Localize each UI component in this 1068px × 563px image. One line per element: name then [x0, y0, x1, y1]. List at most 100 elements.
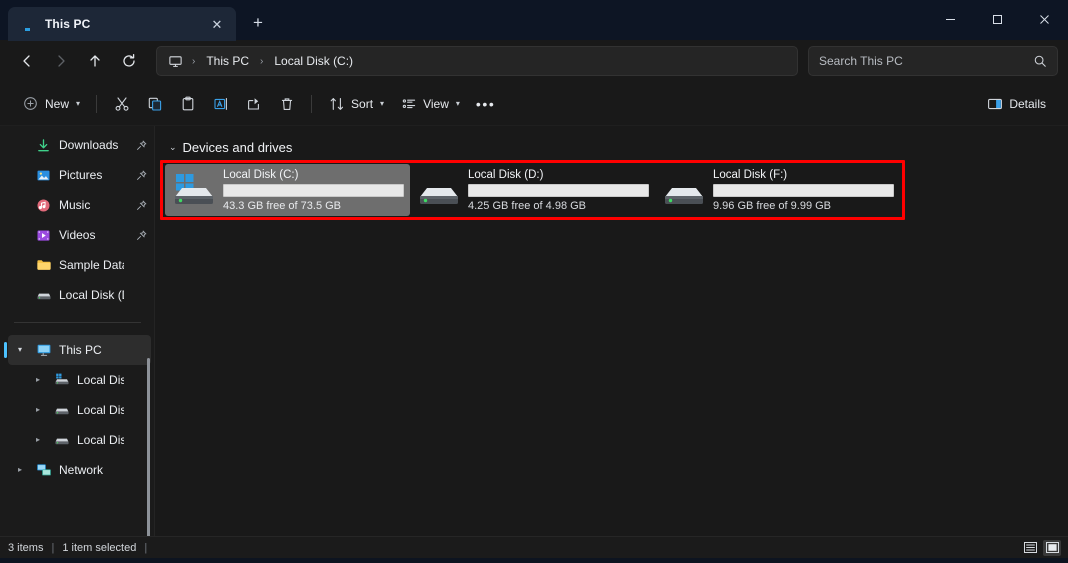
chevron-down-icon: ▾ — [455, 99, 460, 108]
pictures-icon — [35, 167, 52, 184]
sidebar-item-this-pc[interactable]: ▾ This PC — [4, 335, 151, 365]
sidebar-item-local-disk-c[interactable]: ▸ Local Disk (C:) — [8, 365, 151, 395]
sidebar-item-local-disk-f[interactable]: ▸ Local Disk (F:) — [8, 425, 151, 455]
breadcrumb-item-local-disk-c[interactable]: Local Disk (C:) — [270, 52, 357, 70]
item-count: 3 items — [8, 541, 44, 554]
drive-icon — [661, 170, 707, 210]
search-input[interactable]: Search This PC — [808, 46, 1058, 76]
breadcrumb-separator: › — [192, 55, 196, 67]
cut-button[interactable] — [105, 89, 138, 119]
sidebar-label: Pictures — [59, 168, 103, 182]
paste-icon — [179, 95, 196, 112]
details-pane-icon — [986, 95, 1003, 112]
pin-icon[interactable] — [131, 199, 151, 211]
breadcrumb[interactable]: › This PC › Local Disk (C:) — [156, 46, 798, 76]
details-view-icon[interactable] — [1021, 540, 1039, 556]
drive-free-space: 9.96 GB free of 9.99 GB — [713, 199, 832, 212]
sidebar-item-videos[interactable]: Videos — [8, 220, 151, 250]
forward-arrow-icon[interactable] — [44, 46, 78, 76]
delete-button[interactable] — [270, 89, 303, 119]
view-button[interactable]: View ▾ — [392, 89, 468, 119]
search-icon[interactable] — [1033, 54, 1047, 68]
this-pc-icon[interactable] — [165, 51, 185, 71]
sidebar-item-music[interactable]: Music — [8, 190, 151, 220]
plus-circle-icon — [22, 95, 39, 112]
minimize-button[interactable] — [927, 0, 974, 38]
videos-icon — [35, 227, 52, 244]
view-toggles — [1021, 539, 1061, 556]
close-icon[interactable]: ✕ — [206, 13, 228, 35]
sidebar-label: This PC — [59, 343, 102, 357]
sidebar-item-pictures[interactable]: Pictures — [8, 160, 151, 190]
sidebar-item-network[interactable]: ▸ Network — [8, 455, 151, 485]
this-pc-icon — [35, 342, 52, 359]
status-divider: | — [51, 541, 55, 554]
chevron-down-icon: ▾ — [380, 99, 385, 108]
sidebar-label: Videos — [59, 228, 96, 242]
sidebar-label: Local Disk (C:) — [77, 373, 124, 387]
drive-tile-local-disk-f[interactable]: Local Disk (F:) 9.96 GB free of 9.99 GB — [655, 164, 900, 216]
tab-this-pc[interactable]: This PC ✕ — [8, 7, 236, 41]
sidebar-item-downloads[interactable]: Downloads — [8, 130, 151, 160]
group-title: Devices and drives — [182, 139, 293, 155]
large-icons-view-icon[interactable] — [1043, 539, 1061, 556]
drive-icon — [416, 170, 462, 210]
drive-tile-local-disk-c[interactable]: Local Disk (C:) 43.3 GB free of 73.5 GB — [165, 164, 410, 216]
windows-drive-icon — [53, 372, 70, 389]
view-label: View — [423, 96, 449, 111]
pin-icon[interactable] — [131, 139, 151, 151]
sidebar-item-local-disk-d-quick[interactable]: Local Disk (D:) — [8, 280, 151, 310]
breadcrumb-item-this-pc[interactable]: This PC — [202, 52, 253, 70]
new-tab-button[interactable]: + — [242, 6, 274, 38]
more-options-button[interactable]: ••• — [468, 89, 504, 119]
chevron-right-icon[interactable]: ▸ — [30, 436, 46, 444]
downloads-icon — [35, 137, 52, 154]
drive-icon — [35, 287, 52, 304]
capacity-bar — [713, 183, 894, 197]
paste-button[interactable] — [171, 89, 204, 119]
details-pane-button[interactable]: Details — [978, 89, 1054, 119]
title-bar: This PC ✕ + — [0, 0, 1068, 41]
sidebar-scrollbar-thumb[interactable] — [147, 358, 150, 536]
sidebar-scrollbar[interactable] — [147, 358, 150, 536]
copy-icon — [146, 95, 163, 112]
chevron-right-icon[interactable]: ▸ — [30, 406, 46, 414]
drive-tiles: Local Disk (C:) 43.3 GB free of 73.5 GB — [165, 164, 1054, 216]
selection-status: 1 item selected — [62, 541, 137, 554]
new-button[interactable]: New ▾ — [14, 89, 88, 119]
drive-tile-local-disk-d[interactable]: Local Disk (D:) 4.25 GB free of 4.98 GB — [410, 164, 655, 216]
music-icon — [35, 197, 52, 214]
scissors-icon — [113, 95, 130, 112]
sidebar-label: Local Disk (F:) — [77, 433, 124, 447]
drive-info: Local Disk (C:) 43.3 GB free of 73.5 GB — [223, 169, 404, 212]
folder-icon — [35, 257, 52, 274]
chevron-down-icon[interactable]: ⌄ — [169, 142, 177, 152]
refresh-icon[interactable] — [112, 46, 146, 76]
chevron-down-icon[interactable]: ▾ — [12, 346, 28, 354]
sidebar-divider — [14, 322, 141, 323]
chevron-down-icon: ▾ — [76, 99, 81, 108]
sidebar-item-local-disk-d[interactable]: ▸ Local Disk (D:) — [8, 395, 151, 425]
copy-button[interactable] — [138, 89, 171, 119]
rename-button[interactable] — [204, 89, 237, 119]
sort-button[interactable]: Sort ▾ — [320, 89, 392, 119]
share-icon — [245, 95, 262, 112]
share-button[interactable] — [237, 89, 270, 119]
close-button[interactable] — [1021, 0, 1068, 38]
drive-name: Local Disk (F:) — [713, 168, 788, 181]
up-arrow-icon[interactable] — [78, 46, 112, 76]
toolbar-right-group: Details — [978, 89, 1054, 119]
chevron-right-icon[interactable]: ▸ — [12, 466, 28, 474]
sidebar-label: Sample Data — [59, 258, 124, 272]
back-arrow-icon[interactable] — [10, 46, 44, 76]
drive-icon — [53, 432, 70, 449]
pin-icon[interactable] — [131, 229, 151, 241]
chevron-right-icon[interactable]: ▸ — [30, 376, 46, 384]
group-header-devices-and-drives[interactable]: ⌄ Devices and drives — [165, 136, 1054, 158]
drive-info: Local Disk (D:) 4.25 GB free of 4.98 GB — [468, 169, 649, 212]
tab-strip: This PC ✕ + — [0, 0, 274, 41]
sidebar-item-sample-data[interactable]: Sample Data — [8, 250, 151, 280]
maximize-button[interactable] — [974, 0, 1021, 38]
drive-name: Local Disk (D:) — [468, 168, 544, 181]
pin-icon[interactable] — [131, 169, 151, 181]
